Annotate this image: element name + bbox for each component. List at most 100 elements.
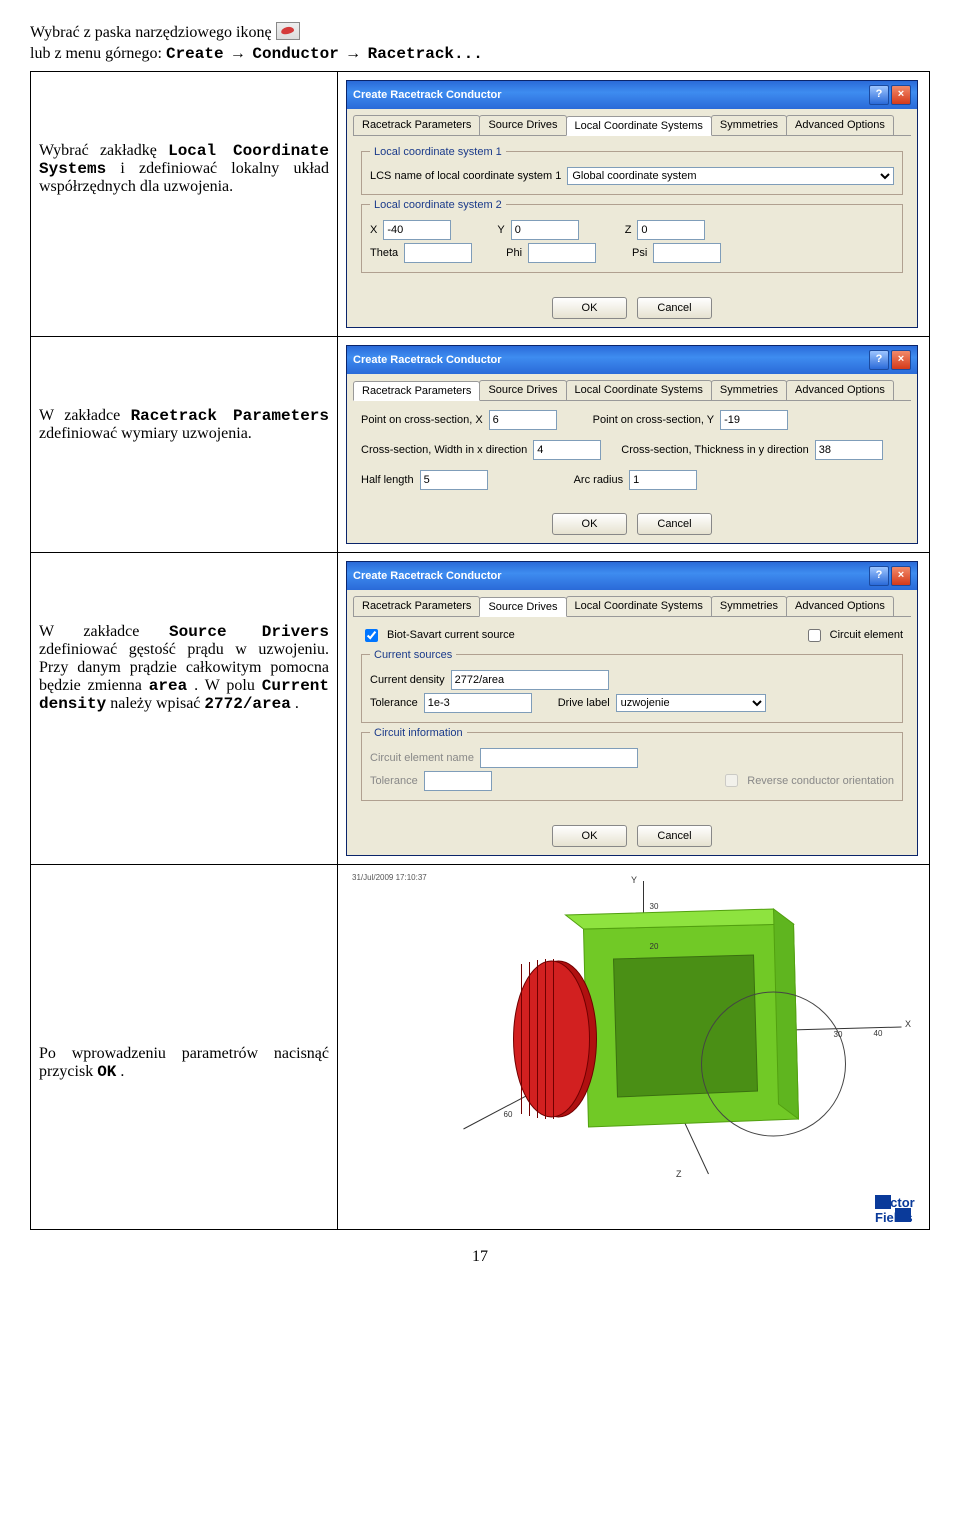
row3-paragraph: W zakładce Source Drivers zdefiniować gę… [39,623,329,713]
row4-post: . [120,1063,124,1080]
kw-area: area [149,677,187,695]
axis-y-label: Y [631,875,637,885]
cen-input [480,748,638,768]
z-label: Z [625,224,632,236]
biot-checkbox[interactable] [365,629,378,642]
vf-text: Vector Fields [875,1195,891,1209]
dl-select[interactable]: uzwojenie [616,694,766,712]
lcs1-select[interactable]: Global coordinate system [567,167,894,185]
intro-line1: Wybrać z paska narzędziowego ikonę [30,24,272,41]
help-icon[interactable]: ? [869,566,889,586]
svg-text:30: 30 [650,902,659,911]
cen-label: Circuit element name [370,752,474,764]
row4-pre: Po wprowadzeniu parametrów nacisnąć przy… [39,1045,329,1080]
model-render: 31/Jul/2009 17:10:37 Y X Z [346,869,921,1189]
y-input[interactable] [511,220,579,240]
pocsx-label: Point on cross-section, X [361,414,483,426]
theta-input[interactable] [404,243,472,263]
close-icon[interactable]: × [891,350,911,370]
z-input[interactable] [637,220,705,240]
render-timestamp: 31/Jul/2009 17:10:37 [352,873,427,882]
csw-input[interactable] [533,440,601,460]
row2-post: zdefiniować wymiary uzwojenia. [39,425,252,442]
phi-input[interactable] [528,243,596,263]
cd-input[interactable] [451,670,609,690]
dialog-3: Create Racetrack Conductor ? × Racetrack… [346,561,918,856]
biot-label: Biot-Savart current source [387,629,515,641]
dl-label: Drive label [558,697,610,709]
x-input[interactable] [383,220,451,240]
menu-path: Create → Conductor → Racetrack... [166,45,483,63]
help-icon[interactable]: ? [869,85,889,105]
ok-button[interactable]: OK [552,825,627,847]
svg-text:20: 20 [650,942,659,951]
tab-local-coord[interactable]: Local Coordinate Systems [566,596,712,616]
cancel-button[interactable]: Cancel [637,513,712,535]
intro-line2a: lub z menu górnego: [30,45,166,62]
tab-symmetries[interactable]: Symmetries [711,596,787,616]
ci-legend: Circuit information [370,727,467,739]
row3-mid2: . W polu [194,677,262,694]
vector-fields-logo: Vector Fields [346,1189,921,1225]
citol-input [424,771,492,791]
tab-advanced[interactable]: Advanced Options [786,596,894,616]
tab-symmetries[interactable]: Symmetries [711,380,787,400]
pocsx-input[interactable] [489,410,557,430]
tab-racetrack-parameters[interactable]: Racetrack Parameters [353,381,480,401]
x-label: X [370,224,377,236]
tab-advanced[interactable]: Advanced Options [786,115,894,135]
y-label: Y [497,224,504,236]
tol-input[interactable] [424,693,532,713]
tab-source-drives[interactable]: Source Drives [479,380,566,400]
dialog-1: Create Racetrack Conductor ? × Racetrack… [346,80,918,328]
psi-input[interactable] [653,243,721,263]
tab-racetrack-parameters[interactable]: Racetrack Parameters [353,115,480,135]
kw-racetrack-params: Racetrack Parameters [131,407,329,425]
tab-source-drives[interactable]: Source Drives [479,597,566,617]
fs1-legend: Local coordinate system 1 [370,146,506,158]
dialog3-title: Create Racetrack Conductor [353,570,502,582]
tab-local-coord[interactable]: Local Coordinate Systems [566,116,712,136]
close-icon[interactable]: × [891,566,911,586]
svg-text:40: 40 [874,1029,883,1038]
pocsy-input[interactable] [720,410,788,430]
citol-label: Tolerance [370,775,418,787]
cancel-button[interactable]: Cancel [637,297,712,319]
fs2-legend: Local coordinate system 2 [370,199,506,211]
close-icon[interactable]: × [891,85,911,105]
hlen-label: Half length [361,474,414,486]
phi-label: Phi [506,247,522,259]
ok-button[interactable]: OK [552,297,627,319]
row1-pre: Wybrać zakładkę [39,142,168,159]
axis-z-label: Z [676,1169,682,1179]
tab-racetrack-parameters[interactable]: Racetrack Parameters [353,596,480,616]
cst-input[interactable] [815,440,883,460]
circuit-checkbox[interactable] [808,629,821,642]
arc-input[interactable] [629,470,697,490]
tab-advanced[interactable]: Advanced Options [786,380,894,400]
kw-ok: OK [97,1063,116,1081]
cancel-button[interactable]: Cancel [637,825,712,847]
tab-symmetries[interactable]: Symmetries [711,115,787,135]
hlen-input[interactable] [420,470,488,490]
tol-label: Tolerance [370,697,418,709]
axis-x-label: X [905,1019,911,1029]
tab-source-drives[interactable]: Source Drives [479,115,566,135]
svg-text:60: 60 [504,1110,513,1119]
circuit-label: Circuit element [830,629,903,641]
help-icon[interactable]: ? [869,350,889,370]
ok-button[interactable]: OK [552,513,627,535]
row3-end: . [295,695,299,712]
row3-pre: W zakładce [39,623,169,640]
kw-source-drivers: Source Drivers [169,623,329,641]
row1-paragraph: Wybrać zakładkę Local Coordinate Systems… [39,142,329,196]
tab-local-coord[interactable]: Local Coordinate Systems [566,380,712,400]
cst-label: Cross-section, Thickness in y direction [621,444,808,456]
pocsy-label: Point on cross-section, Y [593,414,714,426]
lcs1-label: LCS name of local coordinate system 1 [370,170,561,182]
csw-label: Cross-section, Width in x direction [361,444,527,456]
dialog1-title: Create Racetrack Conductor [353,89,502,101]
arc-label: Arc radius [574,474,624,486]
row2-paragraph: W zakładce Racetrack Parameters zdefinio… [39,407,329,443]
rev-label: Reverse conductor orientation [747,775,894,787]
